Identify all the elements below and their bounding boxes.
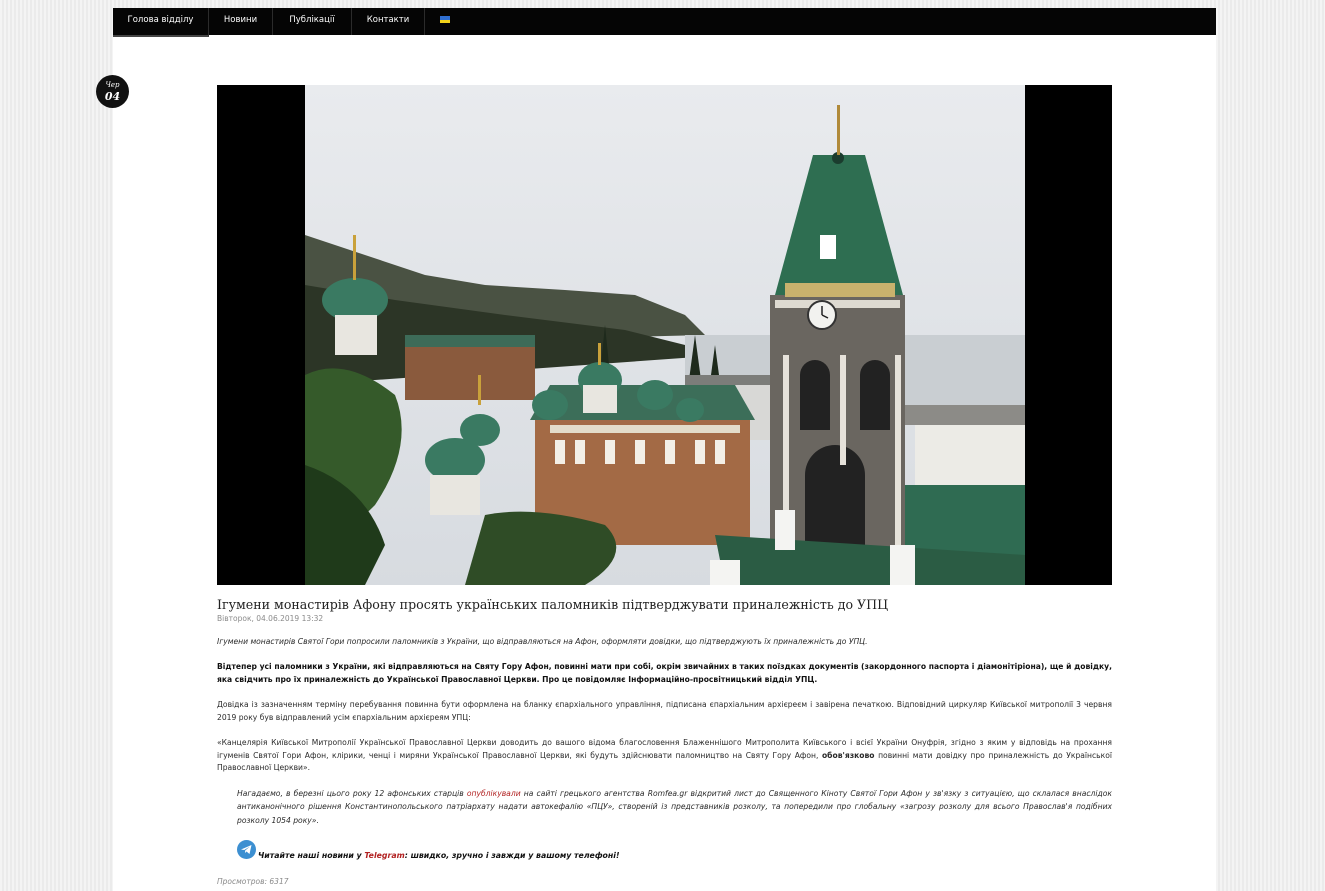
article-bold-paragraph: Відтепер усі паломники з України, які ві… xyxy=(217,662,1112,684)
article-paragraph-2: Довідка із зазначенням терміну перебуван… xyxy=(217,700,1112,722)
nav-item-contacts[interactable]: Контакти xyxy=(352,8,425,35)
nav-item-publications[interactable]: Публікації xyxy=(273,8,352,35)
views-count: Просмотров: 6317 xyxy=(217,877,289,886)
telegram-icon[interactable] xyxy=(237,840,256,859)
quote-link[interactable]: опублікували xyxy=(467,789,521,798)
article-quote: Нагадаємо, в березні цього року 12 афонс… xyxy=(237,787,1112,827)
article-paragraph-3: «Канцелярія Київської Митрополії Українс… xyxy=(217,737,1112,775)
nav-item-head[interactable]: Голова відділу xyxy=(113,8,209,37)
top-navigation: Голова відділу Новини Публікації Контакт… xyxy=(113,8,1216,37)
quote-start: Нагадаємо, в березні цього року 12 афонс… xyxy=(237,789,467,798)
article-image xyxy=(217,85,1112,585)
telegram-text-start: Читайте наші новини у xyxy=(258,851,365,860)
date-badge-day: 04 xyxy=(104,90,121,103)
telegram-link[interactable]: Telegram xyxy=(364,851,404,860)
article-lead: Ігумени монастирів Святої Гори попросили… xyxy=(217,637,868,646)
telegram-text: Читайте наші новини у Telegram: швидко, … xyxy=(258,851,620,860)
date-badge-month: Чер xyxy=(105,81,120,89)
paragraph-3-emphasis: обов'язково xyxy=(821,750,875,760)
monastery-photo xyxy=(305,85,1025,585)
ukraine-flag-icon[interactable] xyxy=(440,16,450,23)
article-date: Вівторок, 04.06.2019 13:32 xyxy=(217,614,324,623)
telegram-text-end: : швидко, зручно і завжди у вашому телеф… xyxy=(404,851,620,860)
nav-item-news[interactable]: Новини xyxy=(209,8,273,35)
date-badge: Чер 04 xyxy=(96,75,129,108)
article-title[interactable]: Ігумени монастирів Афону просять українс… xyxy=(217,597,1117,612)
